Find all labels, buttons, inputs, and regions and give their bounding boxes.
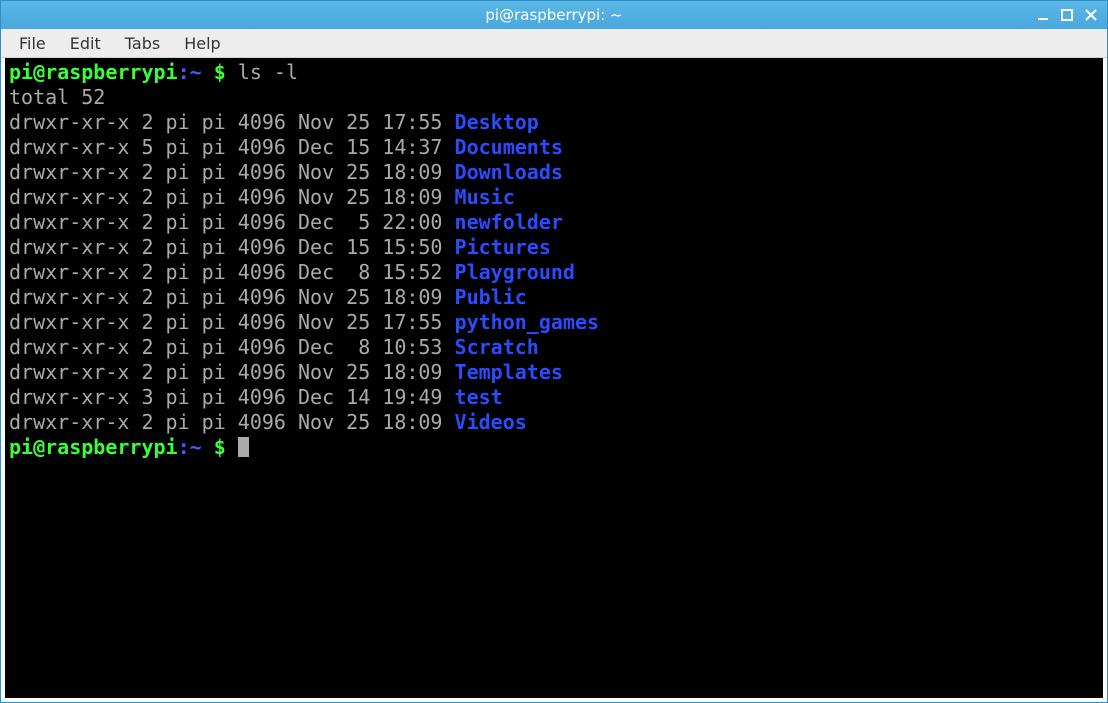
menu-help[interactable]: Help xyxy=(174,31,230,56)
minimize-button[interactable] xyxy=(1033,6,1053,24)
menu-file[interactable]: File xyxy=(9,31,56,56)
listing-name: Desktop xyxy=(455,110,539,134)
listing-perm: drwxr-xr-x 2 pi pi 4096 Dec 8 10:53 xyxy=(9,335,455,359)
terminal-wrap: pi@raspberrypi:~ $ ls -l total 52 drwxr-… xyxy=(1,58,1107,702)
listing-name: python_games xyxy=(455,310,600,334)
listing-perm: drwxr-xr-x 2 pi pi 4096 Dec 5 22:00 xyxy=(9,210,455,234)
listing-name: test xyxy=(455,385,503,409)
menu-edit[interactable]: Edit xyxy=(60,31,111,56)
window-controls xyxy=(1033,1,1101,29)
window-title: pi@raspberrypi: ~ xyxy=(485,6,622,24)
close-button[interactable] xyxy=(1081,6,1101,24)
listing-name: Videos xyxy=(455,410,527,434)
listing-name: Templates xyxy=(455,360,563,384)
prompt-sep: : xyxy=(178,60,190,84)
listing-perm: drwxr-xr-x 2 pi pi 4096 Nov 25 18:09 xyxy=(9,410,455,434)
listing-perm: drwxr-xr-x 2 pi pi 4096 Nov 25 18:09 xyxy=(9,160,455,184)
listing-name: Music xyxy=(455,185,515,209)
listing-perm: drwxr-xr-x 3 pi pi 4096 Dec 14 19:49 xyxy=(9,385,455,409)
listing-perm: drwxr-xr-x 2 pi pi 4096 Nov 25 17:55 xyxy=(9,310,455,334)
prompt-sep-2: : xyxy=(178,435,190,459)
listing-perm: drwxr-xr-x 2 pi pi 4096 Nov 25 18:09 xyxy=(9,285,455,309)
titlebar[interactable]: pi@raspberrypi: ~ xyxy=(1,1,1107,29)
listing-perm: drwxr-xr-x 2 pi pi 4096 Nov 25 18:09 xyxy=(9,185,455,209)
prompt-userhost-2: pi@raspberrypi xyxy=(9,435,178,459)
listing-name: Pictures xyxy=(455,235,551,259)
prompt-symbol: $ xyxy=(202,60,238,84)
menu-tabs[interactable]: Tabs xyxy=(115,31,170,56)
listing-perm: drwxr-xr-x 2 pi pi 4096 Nov 25 18:09 xyxy=(9,360,455,384)
listing-name: Playground xyxy=(455,260,575,284)
menubar: File Edit Tabs Help xyxy=(1,29,1107,58)
listing-name: Public xyxy=(455,285,527,309)
listing-perm: drwxr-xr-x 2 pi pi 4096 Dec 15 15:50 xyxy=(9,235,455,259)
prompt-symbol-2: $ xyxy=(202,435,238,459)
maximize-button[interactable] xyxy=(1057,6,1077,24)
command-text: ls -l xyxy=(238,60,298,84)
total-line: total 52 xyxy=(9,85,105,109)
terminal[interactable]: pi@raspberrypi:~ $ ls -l total 52 drwxr-… xyxy=(5,58,1103,698)
listing-name: Downloads xyxy=(455,160,563,184)
cursor xyxy=(238,437,249,457)
listing-perm: drwxr-xr-x 5 pi pi 4096 Dec 15 14:37 xyxy=(9,135,455,159)
listing-name: Scratch xyxy=(455,335,539,359)
prompt-userhost: pi@raspberrypi xyxy=(9,60,178,84)
prompt-path: ~ xyxy=(190,60,202,84)
listing-perm: drwxr-xr-x 2 pi pi 4096 Dec 8 15:52 xyxy=(9,260,455,284)
prompt-path-2: ~ xyxy=(190,435,202,459)
listing-name: newfolder xyxy=(455,210,563,234)
terminal-window: pi@raspberrypi: ~ File Edit Tabs Help pi… xyxy=(0,0,1108,703)
listing-name: Documents xyxy=(455,135,563,159)
listing-perm: drwxr-xr-x 2 pi pi 4096 Nov 25 17:55 xyxy=(9,110,455,134)
